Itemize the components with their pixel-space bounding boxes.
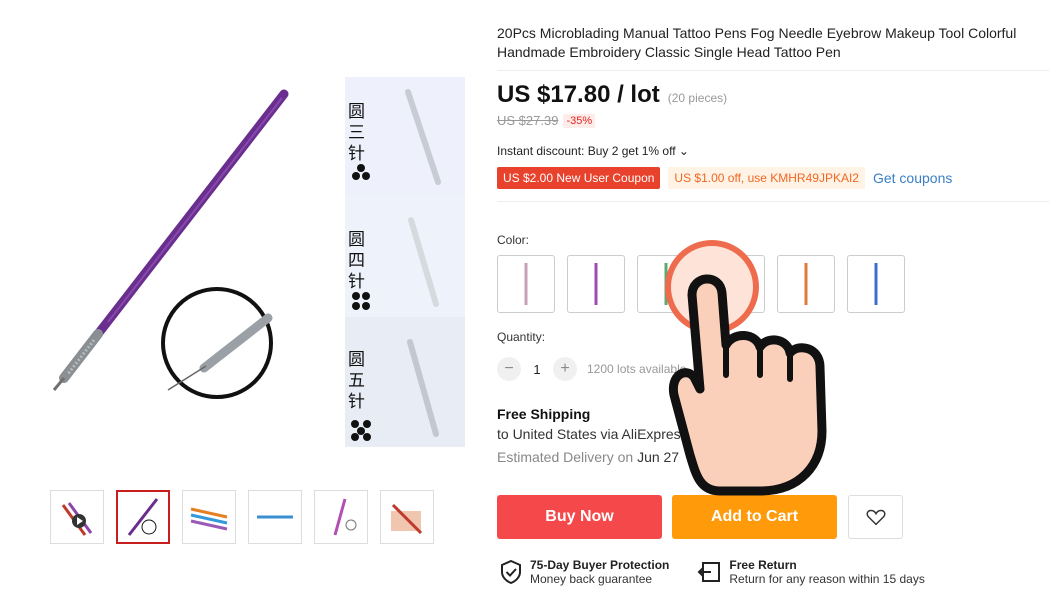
thumbnail-multicolor[interactable] — [182, 490, 236, 544]
thumbnail-hand-use[interactable] — [380, 490, 434, 544]
quantity-value[interactable]: 1 — [521, 362, 553, 377]
quantity-label: Quantity: — [497, 330, 546, 344]
discount-badge: -35% — [563, 113, 596, 128]
product-info: 20Pcs Microblading Manual Tattoo Pens Fo… — [497, 24, 1049, 210]
quantity-stepper: − 1 + 1200 lots available — [497, 357, 686, 381]
color-options — [497, 255, 905, 313]
quantity-available: 1200 lots available — [587, 362, 687, 376]
side-label-3: 圆三针 — [348, 102, 365, 164]
color-swatch-1[interactable] — [497, 255, 555, 313]
shipping-method-dropdown[interactable]: to United States via AliExpress Standard… — [497, 426, 822, 443]
buyer-protection: 75-Day Buyer Protection Money back guara… — [500, 558, 669, 586]
side-label-5: 圆五针 — [348, 350, 365, 412]
color-swatch-6[interactable] — [847, 255, 905, 313]
needle-closeup — [161, 287, 273, 399]
wishlist-button[interactable] — [848, 495, 903, 539]
free-return-title: Free Return — [729, 558, 797, 572]
shipping-title: Free Shipping — [497, 406, 591, 422]
increase-quantity-button[interactable]: + — [553, 357, 577, 381]
thumbnail-purple-pen[interactable] — [116, 490, 170, 544]
buy-now-button[interactable]: Buy Now — [497, 495, 662, 539]
guarantees: 75-Day Buyer Protection Money back guara… — [500, 558, 925, 586]
thumbnail-video[interactable] — [50, 490, 104, 544]
delivery-estimate: Estimated Delivery on Jun 27 — [497, 449, 822, 465]
get-coupons-link[interactable]: Get coupons — [873, 170, 952, 186]
shipping-info: Free Shipping to United States via AliEx… — [497, 406, 822, 465]
add-to-cart-button[interactable]: Add to Cart — [672, 495, 837, 539]
instant-discount-dropdown[interactable]: Instant discount: Buy 2 get 1% off ⌄ — [497, 144, 1047, 158]
decrease-quantity-button[interactable]: − — [497, 357, 521, 381]
divider — [497, 70, 1049, 71]
return-icon — [697, 562, 721, 582]
buyer-protection-subtitle: Money back guarantee — [530, 572, 653, 586]
delivery-estimate-label: Estimated Delivery on — [497, 449, 638, 465]
piece-count: (20 pieces) — [667, 91, 728, 105]
color-swatch-4[interactable] — [707, 255, 765, 313]
new-user-coupon[interactable]: US $2.00 New User Coupon — [497, 167, 661, 189]
color-label: Color: — [497, 233, 530, 247]
color-swatch-5[interactable] — [777, 255, 835, 313]
current-price: US $17.80 / lot — [497, 81, 660, 108]
side-label-4: 圆四针 — [348, 230, 365, 292]
heart-icon — [866, 509, 885, 526]
free-return: Free Return Return for any reason within… — [697, 558, 925, 586]
thumbnail-strip — [50, 490, 434, 544]
color-swatch-3[interactable] — [637, 255, 695, 313]
main-product-image[interactable]: 圆三针 圆四针 圆五针 — [28, 72, 473, 452]
color-swatch-2[interactable] — [567, 255, 625, 313]
code-coupon[interactable]: US $1.00 off, use KMHR49JPKAI2 — [668, 167, 865, 189]
free-return-subtitle: Return for any reason within 15 days — [729, 572, 925, 586]
divider — [497, 201, 1049, 202]
original-price: US $27.39 — [497, 113, 559, 128]
buyer-protection-title: 75-Day Buyer Protection — [530, 558, 670, 572]
delivery-date: Jun 27 — [637, 449, 680, 465]
product-title: 20Pcs Microblading Manual Tattoo Pens Fo… — [497, 25, 1017, 60]
thumbnail-pink-pen[interactable] — [314, 490, 368, 544]
shield-check-icon — [501, 560, 521, 584]
thumbnail-blue-pen[interactable] — [248, 490, 302, 544]
